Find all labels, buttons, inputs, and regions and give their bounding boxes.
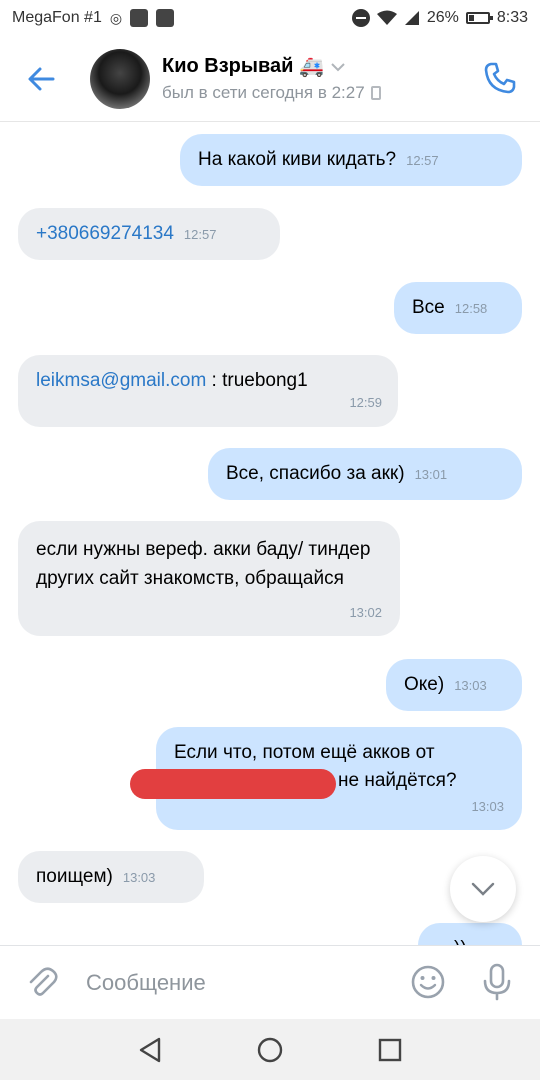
app-notification-icon	[130, 9, 149, 27]
scroll-to-bottom-button[interactable]	[450, 856, 516, 922]
chevron-down-icon[interactable]	[330, 62, 346, 72]
nav-recents-icon[interactable]	[377, 1037, 403, 1063]
email-link[interactable]: leikmsa@gmail.com	[36, 370, 206, 391]
message-time: 13:03	[122, 870, 156, 885]
phone-call-icon[interactable]	[482, 60, 518, 96]
chevron-down-icon	[471, 882, 495, 896]
message-text: если нужны вереф. акки баду/ тиндер друг…	[36, 539, 371, 589]
status-bar: MegaFon #1 ◎ 26% 8:33	[0, 0, 540, 36]
message-time: 13:03	[471, 799, 504, 814]
emoji-icon[interactable]	[410, 964, 446, 1000]
message-text: Оке)	[404, 674, 445, 695]
attach-clip-icon[interactable]	[26, 966, 58, 999]
nav-back-icon[interactable]	[137, 1036, 163, 1064]
message-text: Все	[412, 297, 445, 318]
microphone-icon[interactable]	[482, 963, 512, 1001]
message-bubble[interactable]: +380669274134 12:57	[18, 208, 280, 260]
message-text: ))	[454, 938, 467, 945]
signal-icon	[404, 11, 419, 25]
clock: 8:33	[496, 9, 528, 26]
message-text: На какой киви кидать?	[198, 149, 397, 170]
chat-header: Кио Взрывай 🚑 был в сети сегодня в 2:27	[0, 36, 540, 122]
gallery-notification-icon	[156, 9, 175, 27]
last-seen-status: был в сети сегодня в 2:27	[162, 83, 365, 102]
contact-name: Кио Взрывай	[162, 55, 294, 77]
message-list[interactable]: На какой киви кидать? 12:57 +380669274134…	[0, 123, 540, 945]
wifi-icon	[376, 10, 397, 25]
avatar[interactable]	[90, 48, 150, 109]
message-time: 12:58	[454, 301, 488, 316]
message-bubble[interactable]: leikmsa@gmail.com : truebong1 12:59	[18, 355, 398, 427]
back-arrow-icon[interactable]	[26, 64, 56, 94]
message-time: 12:57	[406, 153, 439, 168]
battery-icon	[465, 12, 493, 24]
message-bubble[interactable]: поищем) 13:03	[18, 851, 204, 903]
mobile-device-icon	[370, 86, 381, 100]
message-text: поищем)	[36, 866, 113, 887]
carrier-label: MegaFon #1	[12, 9, 102, 26]
message-time: 13:02	[349, 605, 382, 620]
message-bubble[interactable]: Оке) 13:03	[386, 659, 522, 711]
nav-home-icon[interactable]	[256, 1036, 284, 1064]
system-nav-bar	[0, 1019, 540, 1080]
message-bubble[interactable]: если нужны вереф. акки баду/ тиндер друг…	[18, 521, 400, 636]
contact-info[interactable]: Кио Взрывай 🚑 был в сети сегодня в 2:27	[162, 54, 381, 103]
message-text: Все, спасибо за акк)	[226, 463, 405, 484]
message-bubble[interactable]: Все, спасибо за акк) 13:01	[208, 448, 522, 500]
message-text-line: Если что, потом ещё акков от	[174, 742, 435, 763]
do-not-disturb-icon	[351, 9, 370, 27]
redaction-mark	[130, 769, 336, 799]
message-input[interactable]: Сообщение	[86, 970, 206, 996]
message-time: 13:03	[454, 678, 487, 693]
phone-link[interactable]: +380669274134	[36, 223, 174, 244]
message-time: 13:01	[414, 467, 448, 482]
message-bubble[interactable]: На какой киви кидать? 12:57	[180, 134, 522, 186]
message-bubble[interactable]: Все 12:58	[394, 282, 522, 334]
message-composer: Сообщение	[0, 945, 540, 1019]
message-bubble[interactable]: ))	[418, 923, 522, 945]
battery-percent: 26%	[426, 9, 459, 26]
message-time: 12:57	[183, 227, 217, 242]
hotspot-icon: ◎	[109, 9, 123, 26]
message-text: : truebong1	[206, 370, 308, 391]
ambulance-emoji: 🚑	[299, 56, 325, 78]
